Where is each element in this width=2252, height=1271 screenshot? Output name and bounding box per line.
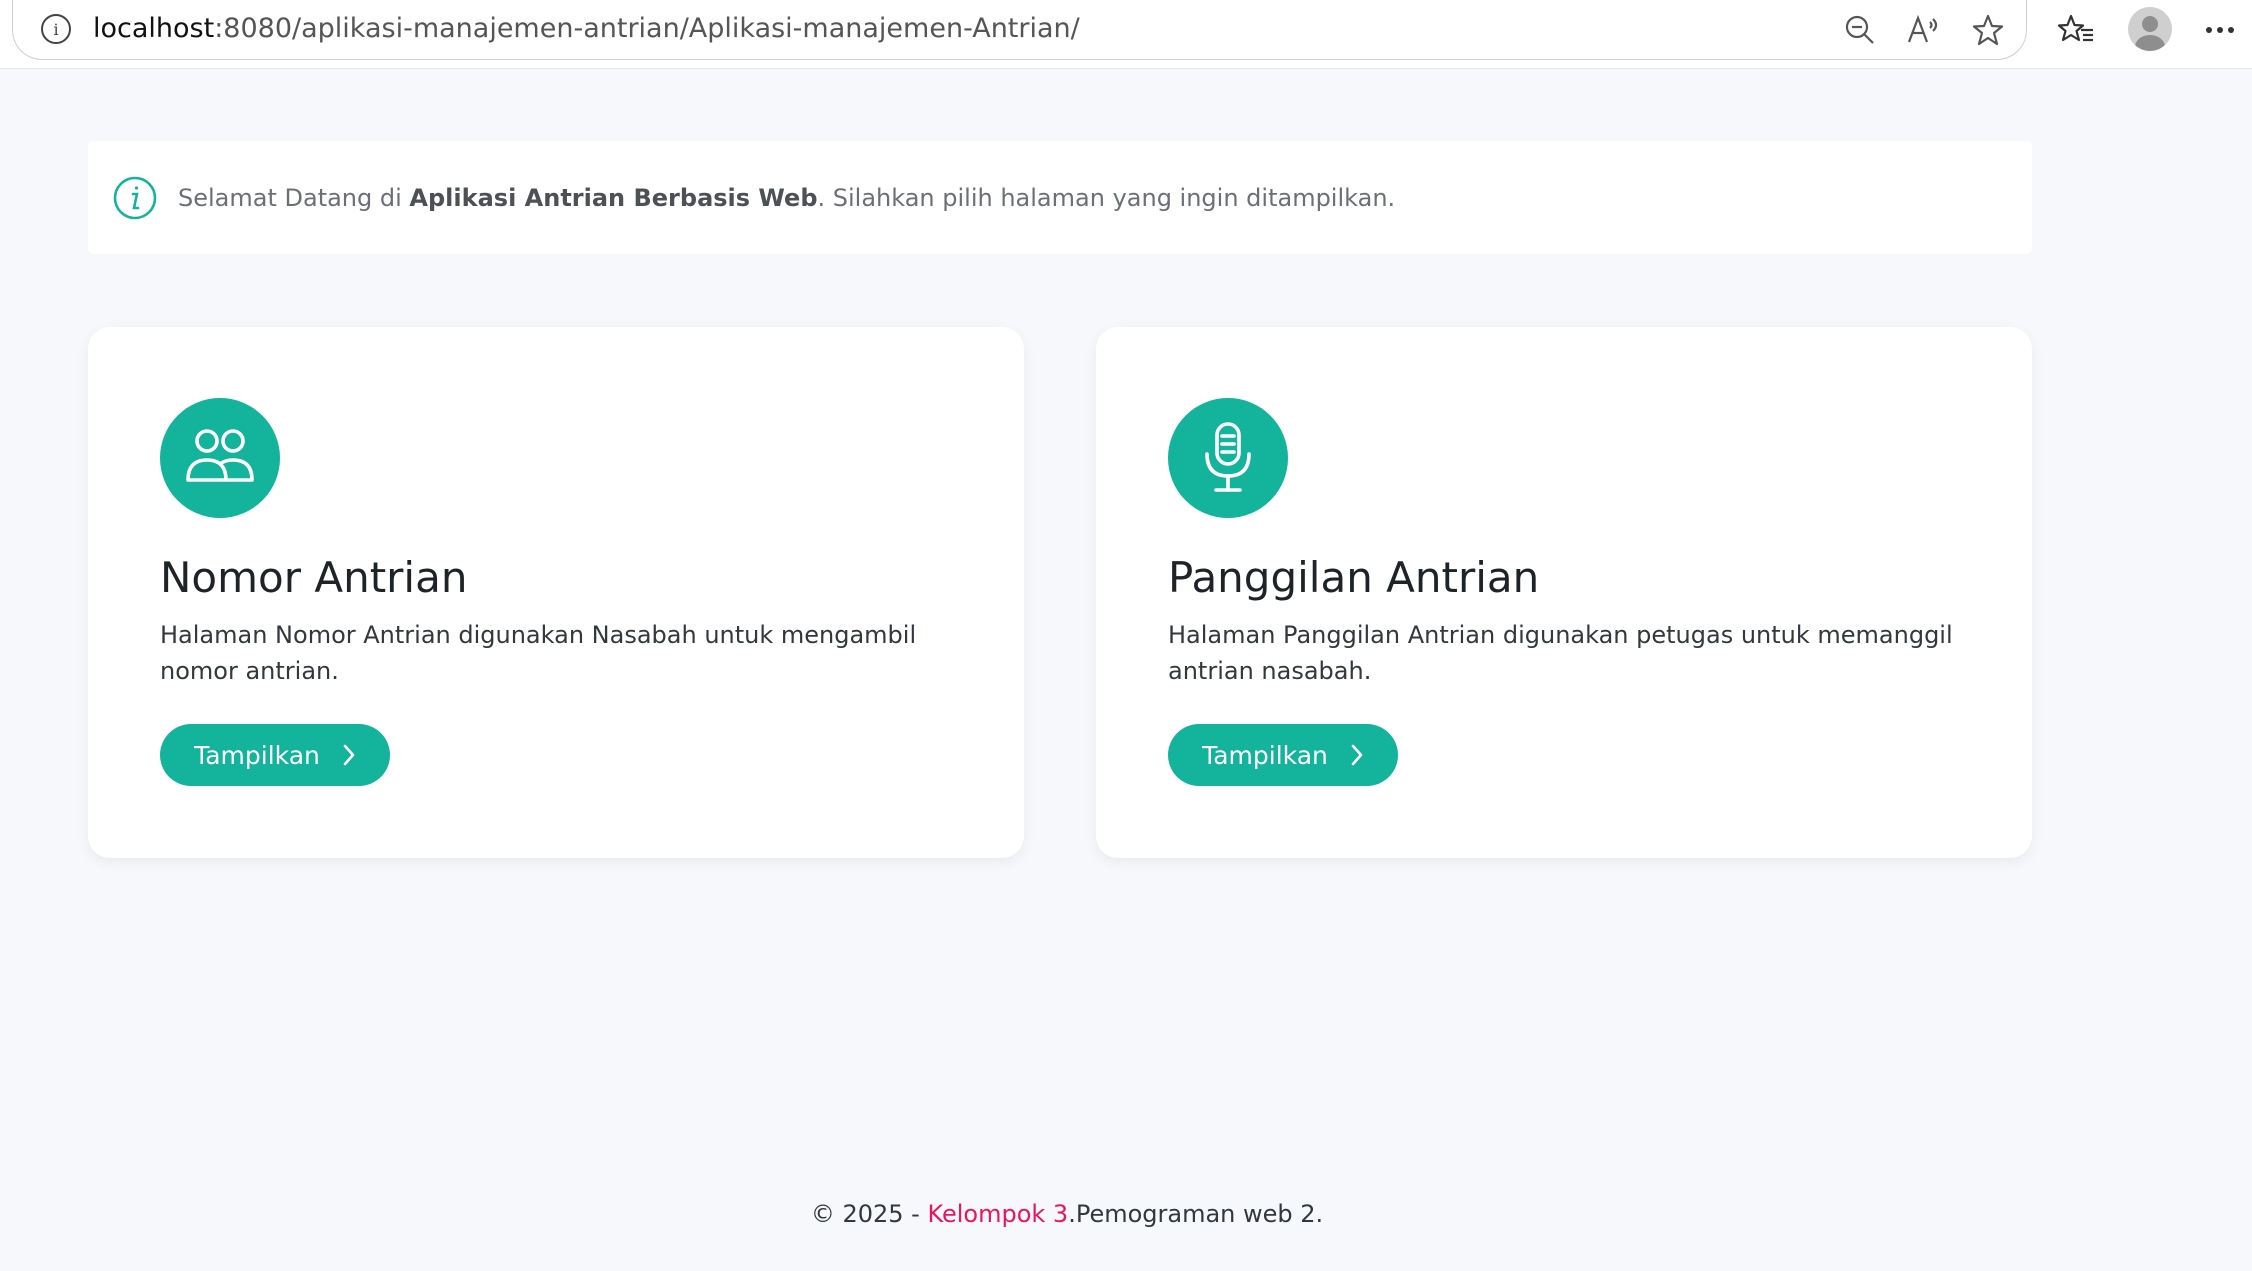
kelompok-link[interactable]: Kelompok 3 bbox=[927, 1200, 1068, 1228]
course-text: .Pemograman web 2. bbox=[1068, 1200, 1324, 1228]
more-options-icon[interactable] bbox=[2200, 10, 2240, 50]
footer: © 2025 - Kelompok 3.Pemograman web 2. bbox=[0, 1200, 2134, 1228]
welcome-alert: Selamat Datang di Aplikasi Antrian Berba… bbox=[88, 141, 2032, 254]
app-name: Aplikasi Antrian Berbasis Web bbox=[409, 184, 818, 212]
card-nomor-antrian: Nomor Antrian Halaman Nomor Antrian digu… bbox=[88, 327, 1024, 858]
url-text[interactable]: localhost:8080/aplikasi-manajemen-antria… bbox=[93, 12, 1080, 46]
welcome-message: Selamat Datang di Aplikasi Antrian Berba… bbox=[178, 184, 1396, 212]
card-description: Halaman Panggilan Antrian digunakan petu… bbox=[1168, 621, 1953, 685]
card-title: Nomor Antrian bbox=[160, 553, 468, 602]
copyright-text: © 2025 - bbox=[810, 1200, 928, 1228]
info-circle-icon bbox=[112, 175, 158, 221]
button-label: Tampilkan bbox=[1202, 740, 1328, 770]
card-panggilan-antrian: Panggilan Antrian Halaman Panggilan Antr… bbox=[1096, 327, 2032, 858]
chevron-right-icon bbox=[343, 744, 355, 766]
tampilkan-nomor-antrian-button[interactable]: Tampilkan bbox=[160, 724, 390, 786]
browser-toolbar: i localhost:8080/aplikasi-manajemen-antr… bbox=[0, 0, 2252, 69]
card-title: Panggilan Antrian bbox=[1168, 553, 1540, 602]
people-icon bbox=[160, 398, 280, 518]
site-info-icon[interactable]: i bbox=[41, 14, 71, 44]
favorite-star-icon[interactable] bbox=[1968, 10, 2008, 50]
chevron-right-icon bbox=[1351, 744, 1363, 766]
tampilkan-panggilan-antrian-button[interactable]: Tampilkan bbox=[1168, 724, 1398, 786]
zoom-out-icon[interactable] bbox=[1840, 10, 1880, 50]
read-aloud-icon[interactable] bbox=[1904, 10, 1944, 50]
profile-avatar[interactable] bbox=[2128, 7, 2172, 51]
card-description: Halaman Nomor Antrian digunakan Nasabah … bbox=[160, 621, 917, 685]
microphone-icon bbox=[1168, 398, 1288, 518]
favorites-list-icon[interactable] bbox=[2056, 10, 2096, 50]
button-label: Tampilkan bbox=[194, 740, 320, 770]
address-bar[interactable]: i localhost:8080/aplikasi-manajemen-antr… bbox=[12, 0, 2027, 60]
